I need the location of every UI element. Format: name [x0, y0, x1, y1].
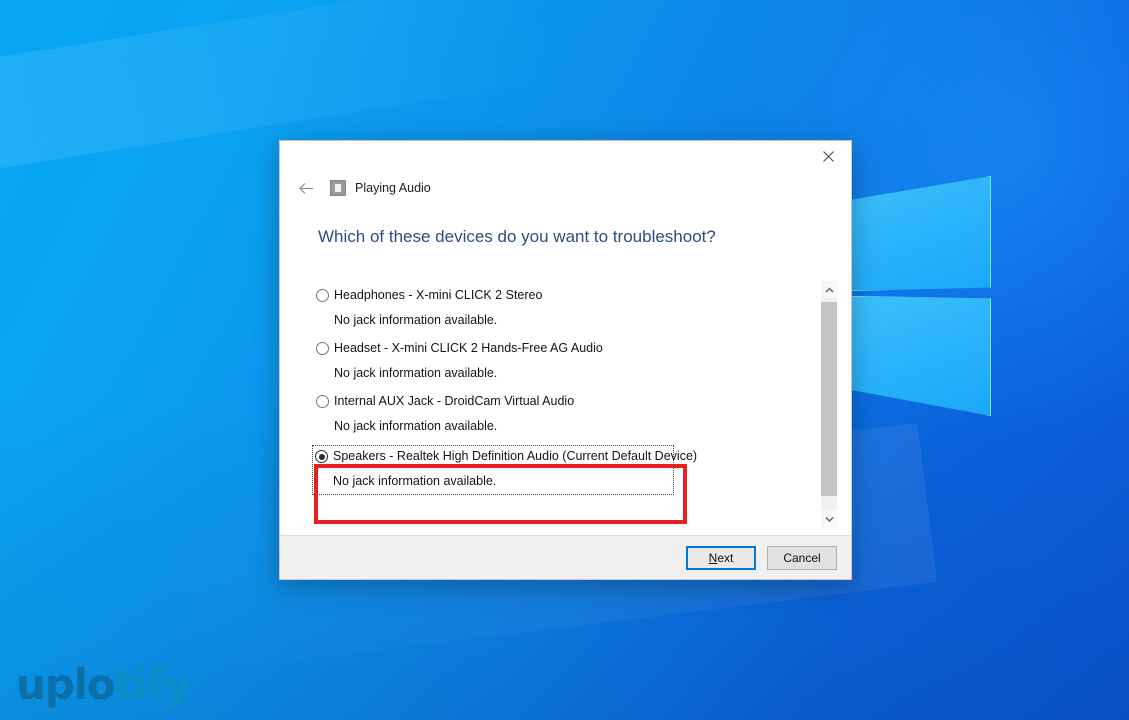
device-label-0: Headphones - X-mini CLICK 2 Stereo — [334, 288, 543, 302]
scrollbar-thumb[interactable] — [821, 302, 837, 496]
device-label-2: Internal AUX Jack - DroidCam Virtual Aud… — [334, 394, 575, 408]
scroll-up-icon[interactable] — [821, 281, 837, 298]
dialog-nav-row: Playing Audio — [280, 175, 851, 201]
radio-icon-2[interactable] — [316, 395, 329, 408]
device-option-0[interactable]: Headphones - X-mini CLICK 2 Stereo — [316, 287, 820, 303]
dialog-title: Playing Audio — [355, 181, 431, 195]
dialog-footer: Next Cancel — [280, 535, 851, 579]
radio-icon-1[interactable] — [316, 342, 329, 355]
scrollbar-track[interactable] — [821, 298, 837, 510]
troubleshooter-dialog: Playing Audio Which of these devices do … — [279, 140, 852, 580]
device-list-scrollbar[interactable] — [820, 281, 837, 527]
scroll-down-icon[interactable] — [821, 510, 837, 527]
device-note-3: No jack information available. — [333, 474, 497, 488]
device-label-1: Headset - X-mini CLICK 2 Hands-Free AG A… — [334, 341, 603, 355]
watermark-part-one: uplo — [16, 660, 116, 709]
back-arrow-icon[interactable] — [294, 176, 320, 200]
device-note-0: No jack information available. — [334, 313, 498, 327]
troubleshooter-icon — [330, 180, 346, 196]
device-list: Headphones - X-mini CLICK 2 Stereo No ja… — [280, 272, 820, 535]
radio-icon-0[interactable] — [316, 289, 329, 302]
device-option-3[interactable]: Speakers - Realtek High Definition Audio… — [315, 448, 697, 464]
windows-logo-pane-top — [849, 176, 991, 291]
page-title: Which of these devices do you want to tr… — [318, 227, 716, 246]
dialog-titlebar — [280, 141, 851, 175]
cancel-button[interactable]: Cancel — [767, 545, 837, 570]
device-option-2[interactable]: Internal AUX Jack - DroidCam Virtual Aud… — [316, 393, 820, 409]
close-icon[interactable] — [806, 141, 851, 171]
device-option-1[interactable]: Headset - X-mini CLICK 2 Hands-Free AG A… — [316, 340, 820, 356]
dialog-content-area: Headphones - X-mini CLICK 2 Stereo No ja… — [280, 272, 851, 535]
uplotify-watermark: uplotify — [16, 660, 191, 709]
device-option-3-focus-group: Speakers - Realtek High Definition Audio… — [312, 445, 697, 495]
device-label-3: Speakers - Realtek High Definition Audio… — [333, 449, 698, 463]
device-note-1: No jack information available. — [334, 366, 498, 380]
desktop-background: uplotify Playing Audio Which of these de… — [0, 0, 1129, 720]
next-button-label: ext — [717, 550, 734, 565]
watermark-part-two: tify — [114, 660, 191, 709]
windows-logo-pane-bottom — [849, 296, 991, 416]
next-button[interactable]: Next — [686, 545, 756, 570]
windows-logo-wallpaper — [849, 172, 1129, 592]
device-note-2: No jack information available. — [334, 419, 498, 433]
radio-icon-3[interactable] — [315, 450, 328, 463]
